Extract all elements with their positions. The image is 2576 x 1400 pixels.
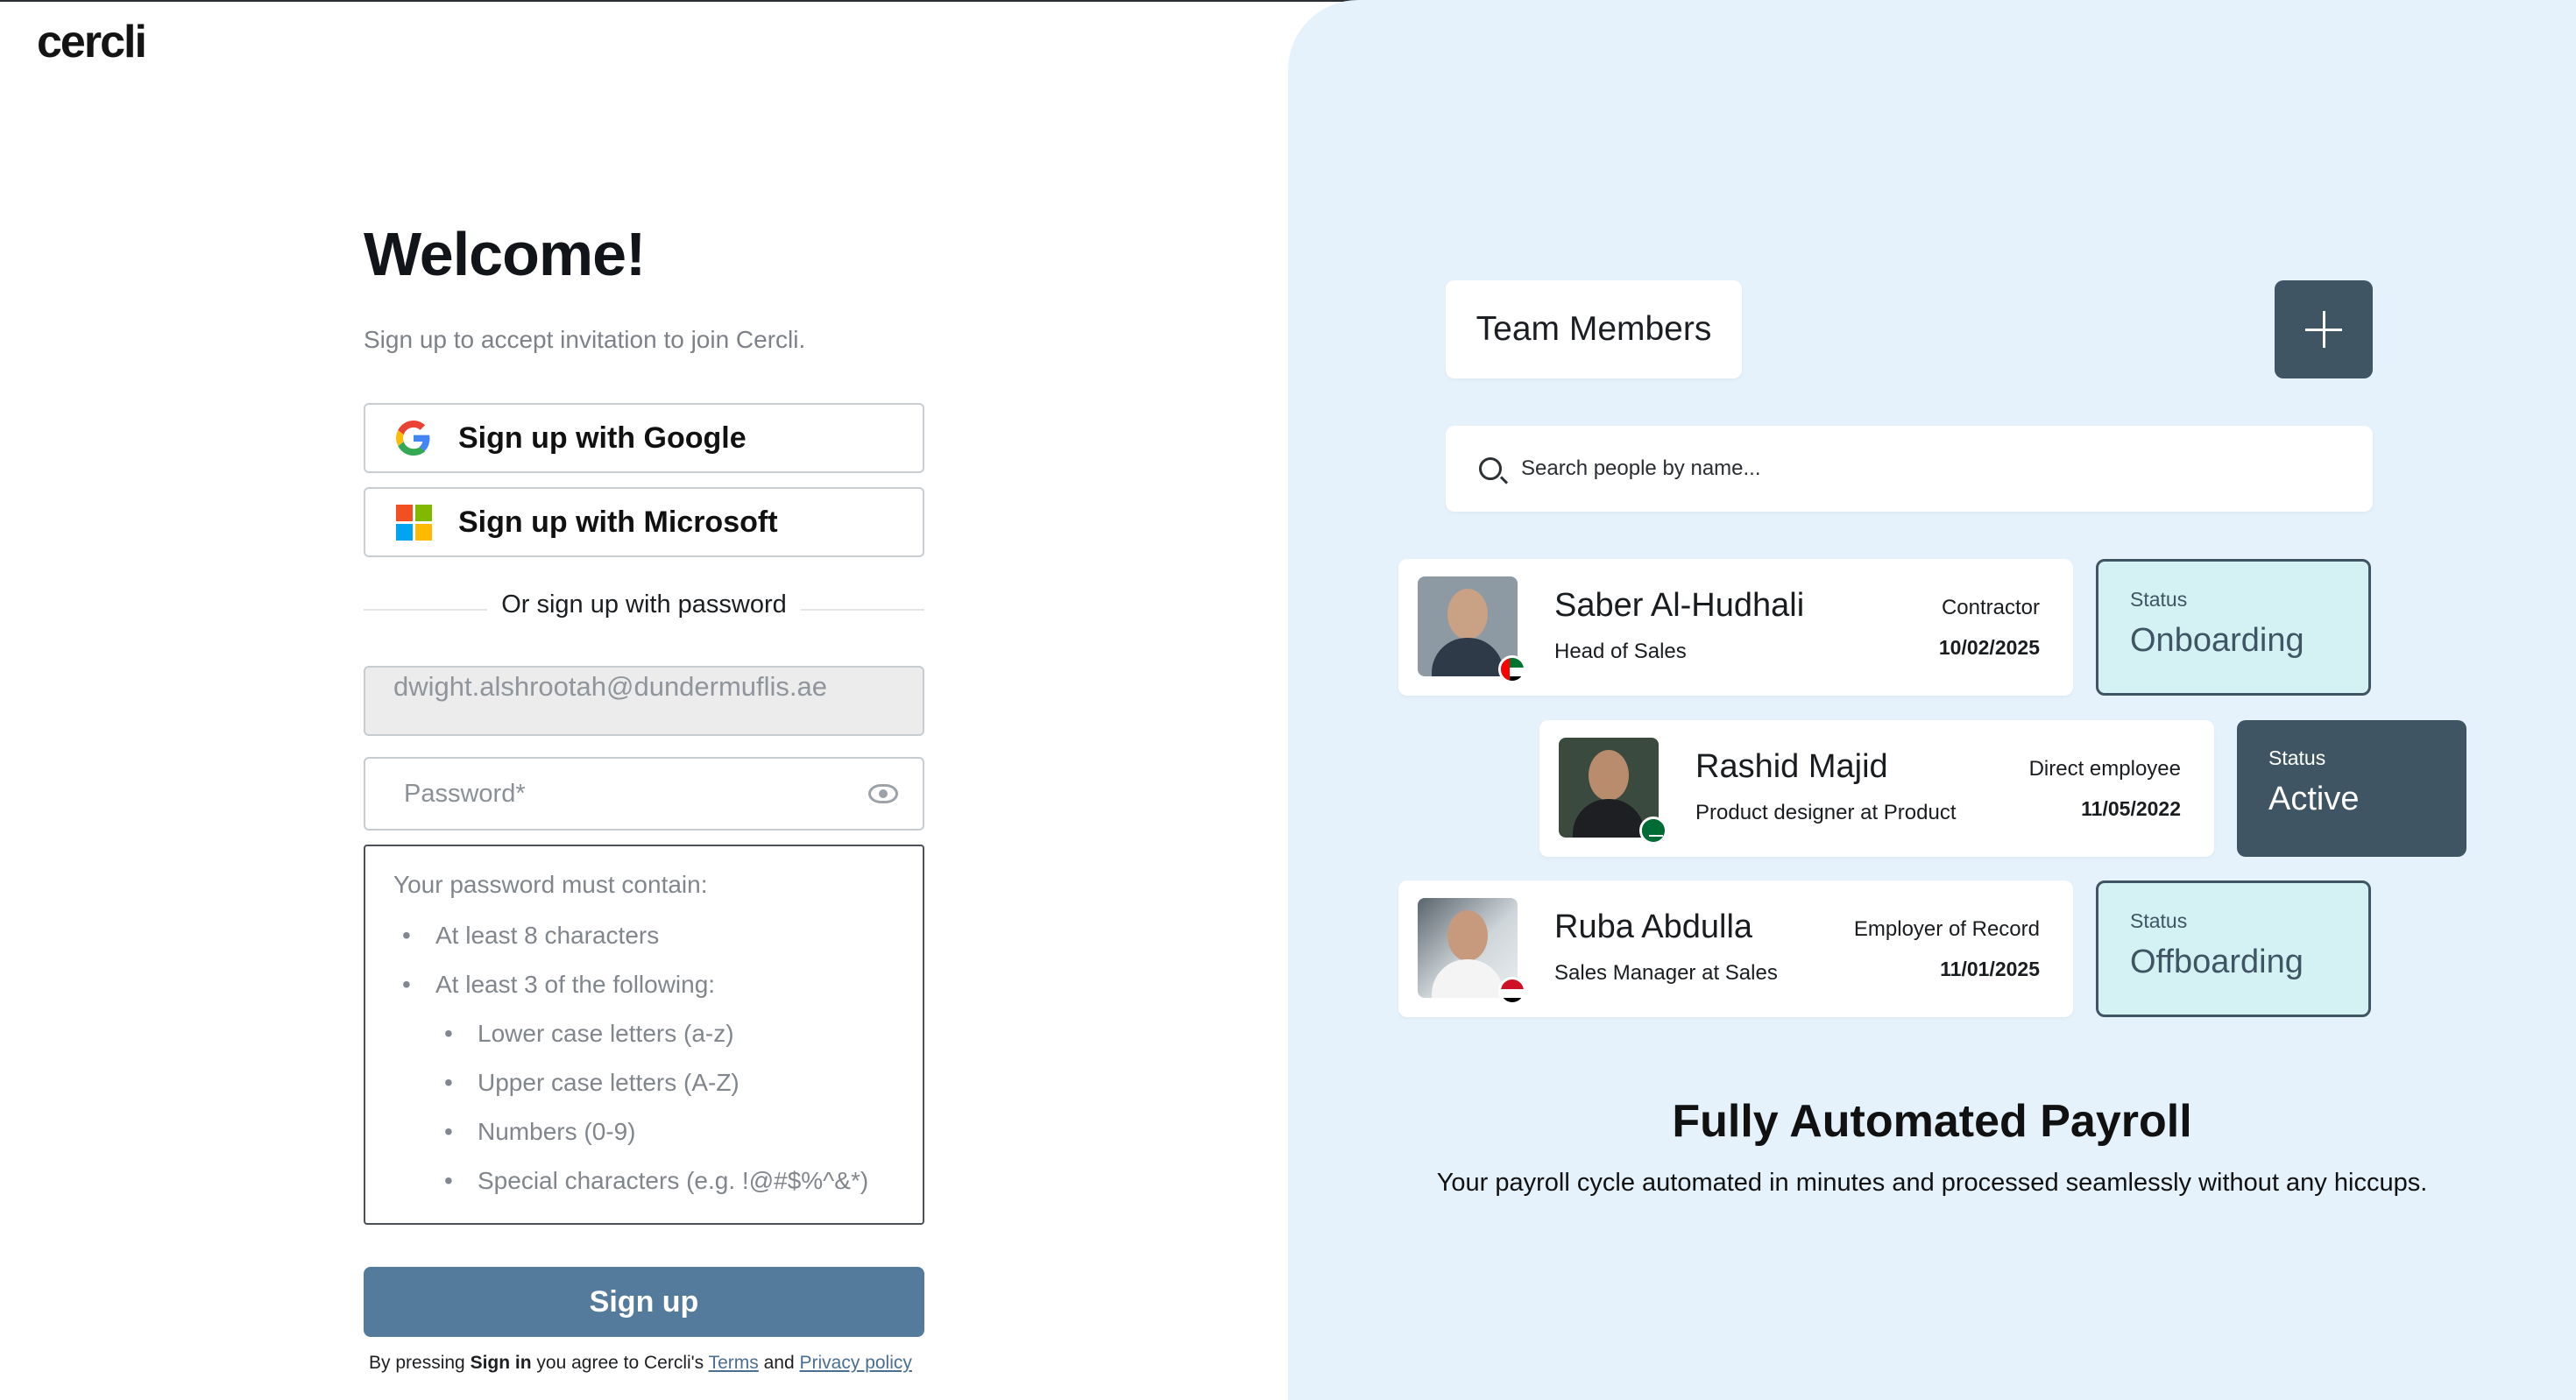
status-value: Onboarding: [2130, 622, 2304, 659]
member-name: Rashid Majid: [1695, 748, 1888, 785]
microsoft-signup-button[interactable]: Sign up with Microsoft: [364, 487, 924, 557]
page-subtitle: Sign up to accept invitation to join Cer…: [364, 326, 806, 353]
egypt-flag-icon: [1498, 977, 1526, 1005]
password-divider: Or sign up with password: [364, 590, 924, 619]
legal-prefix: By pressing: [369, 1353, 471, 1373]
status-value: Active: [2268, 781, 2360, 817]
legal-signin: Sign in: [470, 1353, 532, 1373]
microsoft-signup-label: Sign up with Microsoft: [458, 505, 778, 539]
requirement-item: At least 3 of the following:: [393, 960, 895, 1009]
team-members-title: Team Members: [1446, 280, 1742, 378]
requirement-subitem: Upper case letters (A-Z): [393, 1058, 895, 1107]
cercli-logo[interactable]: cercli: [37, 16, 147, 68]
password-divider-label: Or sign up with password: [487, 590, 801, 619]
password-input[interactable]: [404, 779, 868, 809]
requirement-subitem: Lower case letters (a-z): [393, 1009, 895, 1058]
eye-icon[interactable]: [868, 784, 898, 803]
uae-flag-icon: [1498, 655, 1526, 683]
saudi-flag-icon: [1639, 817, 1667, 845]
member-card[interactable]: Ruba Abdulla Sales Manager at Sales Empl…: [1398, 880, 2073, 1017]
legal-notice: By pressing Sign in you agree to Cercli'…: [369, 1353, 912, 1374]
legal-middle: you agree to Cercli's: [531, 1353, 709, 1373]
status-label: Status: [2130, 588, 2188, 611]
password-requirements: Your password must contain: At least 8 c…: [364, 845, 924, 1225]
member-role: Product designer at Product: [1695, 801, 1957, 824]
member-date: 11/01/2025: [1940, 958, 2040, 980]
promo-subtitle: Your payroll cycle automated in minutes …: [1436, 1169, 2428, 1197]
requirement-subitem: Numbers (0-9): [393, 1107, 895, 1156]
member-card[interactable]: Rashid Majid Product designer at Product…: [1539, 720, 2214, 857]
google-signup-label: Sign up with Google: [458, 421, 747, 455]
status-badge: Status Offboarding: [2096, 880, 2371, 1017]
member-employment-type: Direct employee: [2028, 757, 2181, 781]
status-badge: Status Onboarding: [2096, 559, 2371, 696]
showcase-panel: Team Members Saber Al-Hudhali Head of Sa…: [1288, 0, 2576, 1400]
requirement-item: At least 8 characters: [393, 911, 895, 960]
search-icon: [1479, 457, 1502, 480]
terms-link[interactable]: Terms: [709, 1353, 759, 1373]
member-employment-type: Employer of Record: [1853, 917, 2040, 941]
status-badge: Status Active: [2237, 720, 2466, 857]
google-icon: [395, 420, 432, 456]
search-input[interactable]: [1521, 456, 2310, 481]
promo-title: Fully Automated Payroll: [1672, 1096, 2192, 1147]
status-label: Status: [2268, 746, 2326, 769]
member-role: Head of Sales: [1554, 640, 1687, 663]
requirements-heading: Your password must contain:: [393, 871, 708, 898]
microsoft-icon: [395, 504, 432, 541]
status-label: Status: [2130, 909, 2188, 932]
privacy-policy-link[interactable]: Privacy policy: [800, 1353, 912, 1373]
requirement-subitem: Special characters (e.g. !@#$%^&*): [393, 1156, 895, 1206]
legal-and: and: [758, 1353, 800, 1373]
member-role: Sales Manager at Sales: [1554, 961, 1778, 985]
password-field[interactable]: [364, 757, 924, 831]
member-name: Saber Al-Hudhali: [1554, 587, 1805, 624]
google-signup-button[interactable]: Sign up with Google: [364, 403, 924, 473]
plus-icon-bar: [2305, 328, 2342, 331]
people-search[interactable]: [1446, 426, 2373, 512]
member-date: 10/02/2025: [1938, 636, 2040, 659]
page-title: Welcome!: [364, 220, 646, 288]
signup-button[interactable]: Sign up: [364, 1267, 924, 1337]
member-card[interactable]: Saber Al-Hudhali Head of Sales Contracto…: [1398, 559, 2073, 696]
member-name: Ruba Abdulla: [1554, 909, 1753, 945]
member-employment-type: Contractor: [1941, 596, 2040, 619]
status-value: Offboarding: [2130, 944, 2304, 980]
add-member-button[interactable]: [2275, 280, 2373, 378]
email-field[interactable]: dwight.alshrootah@dundermuflis.ae: [364, 666, 924, 736]
member-date: 11/05/2022: [2081, 797, 2181, 820]
